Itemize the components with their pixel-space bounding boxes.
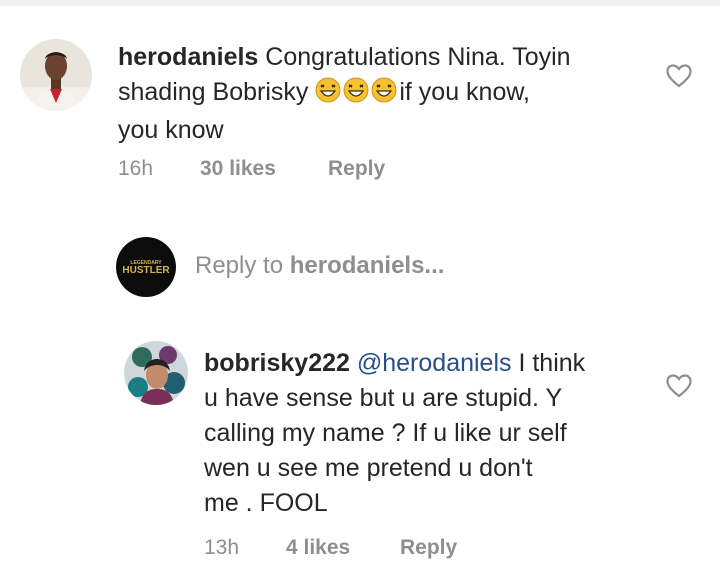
comment-line: shading Bobrisky if you know, xyxy=(118,75,658,113)
comment-line: herodaniels Congratulations Nina. Toyin xyxy=(118,40,658,75)
reply-input[interactable]: Reply to herodaniels... xyxy=(195,252,444,280)
top-divider xyxy=(0,0,720,6)
likes-count[interactable]: 4 likes xyxy=(286,536,400,560)
avatar-herodaniels[interactable] xyxy=(20,39,92,111)
reply-comment-text: bobrisky222 @herodaniels I think u have … xyxy=(204,346,664,521)
comment-line: me . FOOL xyxy=(204,489,328,517)
reply-button[interactable]: Reply xyxy=(328,157,385,181)
username[interactable]: herodaniels xyxy=(118,43,258,71)
likes-count[interactable]: 30 likes xyxy=(200,157,328,181)
reply-placeholder-prefix: Reply to xyxy=(195,252,290,279)
comment-meta: 16h 30 likes Reply xyxy=(118,157,385,181)
avatar-current-user[interactable]: LEGENDARY HUSTLER xyxy=(116,237,176,297)
mention-link[interactable]: @herodaniels xyxy=(357,349,512,377)
avatar-bobrisky222[interactable] xyxy=(124,341,188,405)
grinning-squint-emoji xyxy=(371,77,397,113)
comment-time: 16h xyxy=(118,157,154,180)
comment-line: you know xyxy=(118,116,224,144)
username[interactable]: bobrisky222 xyxy=(204,349,350,377)
like-heart-icon[interactable] xyxy=(666,374,692,403)
comment-time: 13h xyxy=(204,536,240,559)
comment-body: Congratulations Nina. Toyin xyxy=(265,43,571,71)
reply-button[interactable]: Reply xyxy=(400,536,457,560)
grinning-squint-emoji xyxy=(315,77,341,113)
grinning-squint-emoji xyxy=(343,77,369,113)
comment-line: wen u see me pretend u don't xyxy=(204,454,533,482)
comment-body: I think xyxy=(518,349,586,377)
avatar-logo-text: HUSTLER xyxy=(122,265,170,276)
comment-body: shading Bobrisky xyxy=(118,78,309,106)
reply-target-username: herodaniels... xyxy=(289,252,445,279)
reply-comment-meta: 13h 4 likes Reply xyxy=(204,536,457,560)
comment-text: herodaniels Congratulations Nina. Toyin … xyxy=(118,40,658,148)
comment-line: bobrisky222 @herodaniels I think xyxy=(204,346,664,381)
comment-line: u have sense but u are stupid. Y xyxy=(204,384,563,412)
comment-body: if you know, xyxy=(399,78,530,106)
comment-line: calling my name ? If u like ur self xyxy=(204,419,567,447)
like-heart-icon[interactable] xyxy=(666,64,692,93)
